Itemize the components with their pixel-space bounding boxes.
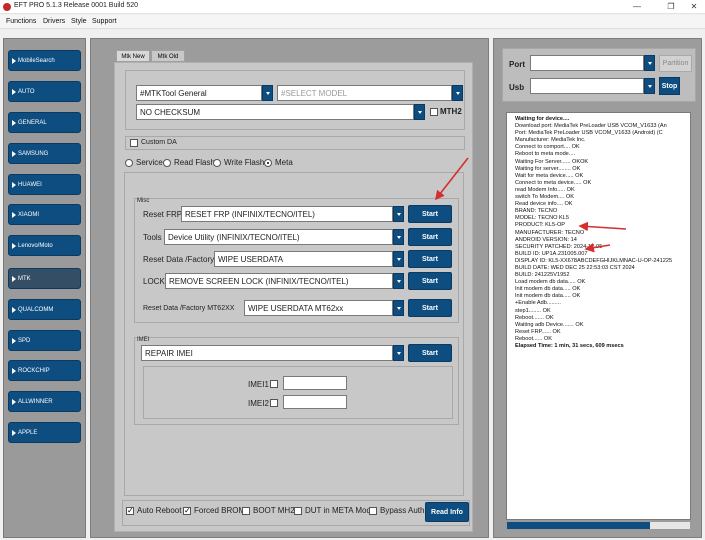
annotation-arrow-model <box>578 221 627 232</box>
annotation-arrows <box>435 157 627 253</box>
annotation-arrow-frp <box>435 157 469 201</box>
annotation-arrow-android <box>584 242 611 253</box>
